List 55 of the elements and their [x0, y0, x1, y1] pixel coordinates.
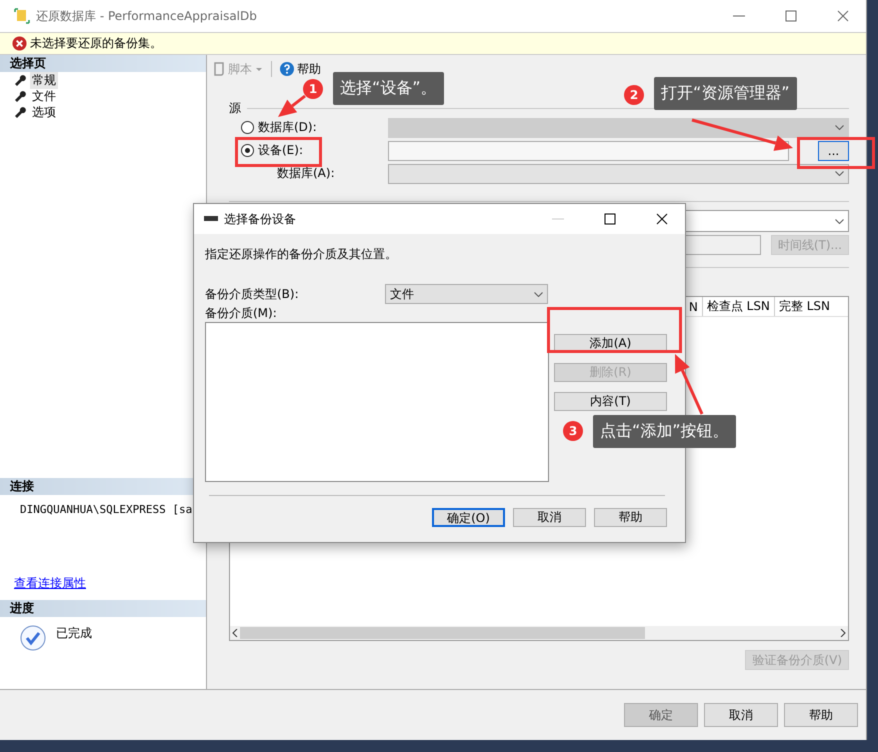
- scrollbar-thumb[interactable]: [240, 627, 645, 639]
- dialog-title: 选择备份设备: [224, 210, 297, 228]
- progress-status: 已完成: [56, 625, 92, 642]
- page-item[interactable]: 常规: [30, 72, 58, 88]
- chevron-down-icon[interactable]: [835, 218, 844, 224]
- database-dropdown[interactable]: [388, 118, 849, 138]
- dialog-button[interactable]: 帮助: [784, 703, 858, 727]
- device-field[interactable]: [388, 140, 789, 160]
- callout-label: 打开“资源管理器”: [654, 77, 797, 110]
- pointer-arrow: [675, 354, 704, 415]
- callout-label: 选择“设备”。: [333, 72, 444, 105]
- radio-icon[interactable]: [241, 121, 254, 134]
- wrench-icon: [14, 106, 26, 118]
- chevron-down-icon[interactable]: [534, 292, 543, 296]
- dialog-button[interactable]: 帮助: [594, 508, 667, 527]
- wrench-icon: [14, 90, 26, 102]
- connection-name: DINGQUANHUA\SQLEXPRESS [sa: [20, 502, 192, 516]
- dialog-button[interactable]: 确定(O): [432, 508, 505, 527]
- column-header[interactable]: 完整 LSN: [774, 297, 834, 316]
- page-item[interactable]: 文件: [30, 88, 58, 104]
- script-icon: [213, 62, 225, 76]
- section-header: 进度: [0, 600, 206, 617]
- chevron-down-icon[interactable]: [835, 171, 844, 176]
- page-item[interactable]: 选项: [30, 104, 58, 120]
- browse-button[interactable]: ...: [818, 140, 849, 160]
- scroll-right-icon[interactable]: [840, 629, 846, 637]
- section-header: 选择页: [0, 55, 206, 72]
- connection-properties-link[interactable]: 查看连接属性: [0, 575, 206, 592]
- column-header[interactable]: 检查点 LSN: [702, 297, 774, 316]
- scroll-left-icon[interactable]: [232, 629, 238, 637]
- check-icon: [20, 625, 46, 651]
- field-label: 数据库(A):: [277, 165, 335, 182]
- error-message: 未选择要还原的备份集。: [30, 35, 162, 52]
- group-title: 源: [229, 100, 241, 116]
- pointer-arrow: [278, 94, 306, 117]
- callout-label: 点击“添加”按钮。: [593, 415, 736, 448]
- radio-icon[interactable]: [241, 144, 254, 157]
- radio-option[interactable]: 数据库(D):: [241, 119, 317, 136]
- help-icon: [280, 62, 294, 76]
- tape-drive-icon: [204, 216, 218, 222]
- radio-option[interactable]: 设备(E):: [241, 142, 303, 159]
- media-action-button[interactable]: 内容(T): [554, 392, 667, 411]
- wrench-icon: [14, 74, 26, 86]
- help-button[interactable]: 帮助: [278, 60, 323, 78]
- field-label: 备份介质(M):: [205, 305, 278, 322]
- chevron-down-icon[interactable]: [835, 125, 844, 130]
- database-restore-icon: [14, 8, 30, 24]
- field-label: 备份介质类型(B):: [205, 286, 300, 302]
- media-type-dropdown[interactable]: 文件: [385, 284, 548, 304]
- window-title: 还原数据库 - PerformanceAppraisalDb: [36, 8, 258, 24]
- caret-icon: [255, 65, 263, 73]
- dialog-button[interactable]: 取消: [704, 703, 778, 727]
- dialog-button[interactable]: 取消: [513, 508, 586, 527]
- dialog-description: 指定还原操作的备份介质及其位置。: [205, 246, 398, 263]
- error-icon: [12, 36, 27, 51]
